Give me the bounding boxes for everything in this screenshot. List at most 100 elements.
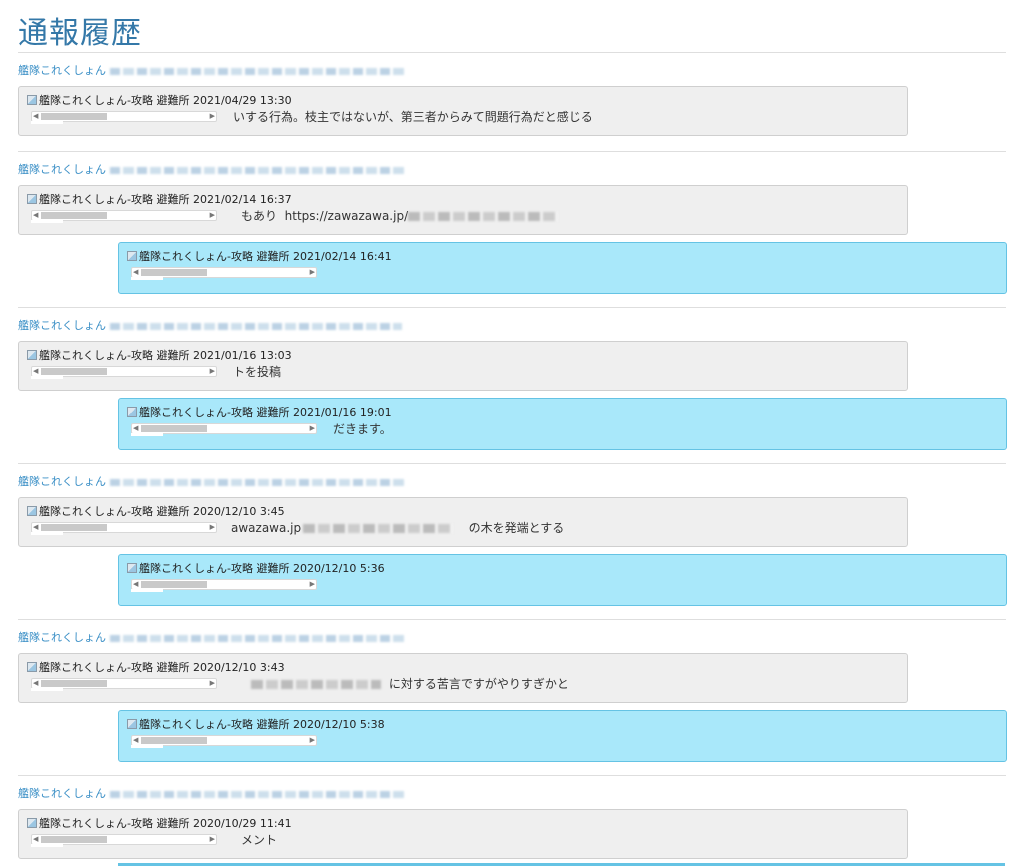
divider — [18, 307, 1006, 308]
broken-image-icon — [27, 350, 37, 360]
comment-text: に対する苦言ですがやりすぎかと — [388, 677, 569, 691]
scroll-left-icon[interactable]: ◀ — [33, 211, 38, 220]
broken-image: 艦隊これくしょん-攻略 避難所 2020/10/29 11:41 — [27, 817, 292, 831]
broken-image-icon — [27, 662, 37, 672]
scroll-left-icon[interactable]: ◀ — [33, 835, 38, 844]
scroll-thumb[interactable] — [141, 737, 207, 744]
comment-url[interactable]: https://zawazawa.jp/ — [285, 209, 408, 223]
report-item: 艦隊これくしょん-攻略 避難所 2021/02/14 16:37 ◀ ▶ もあり … — [18, 185, 908, 235]
broken-image: 艦隊これくしょん-攻略 避難所 2021/01/16 19:01 — [127, 406, 392, 420]
scroll-tail — [31, 844, 63, 847]
image-timestamp: 2020/10/29 11:41 — [192, 817, 292, 830]
reporter-link[interactable]: 艦隊これくしょん — [18, 475, 106, 489]
comment-text: もあり — [241, 209, 278, 223]
scroll-tail — [131, 433, 163, 436]
scroll-right-icon[interactable]: ▶ — [210, 112, 215, 121]
report-header[interactable]: 艦隊これくしょん — [18, 787, 406, 801]
scroll-thumb[interactable] — [41, 113, 107, 120]
report-header[interactable]: 艦隊これくしょん — [18, 163, 406, 177]
image-timestamp: 2020/12/10 5:38 — [292, 718, 385, 731]
scroll-thumb[interactable] — [141, 269, 207, 276]
broken-image: 艦隊これくしょん-攻略 避難所 2020/12/10 5:36 — [127, 562, 385, 576]
scroll-right-icon[interactable]: ▶ — [210, 523, 215, 532]
page-title: 通報履歴 — [18, 16, 142, 51]
image-timestamp: 2021/02/14 16:37 — [192, 193, 292, 206]
scroll-left-icon[interactable]: ◀ — [33, 367, 38, 376]
scroll-left-icon[interactable]: ◀ — [133, 268, 138, 277]
report-item: 艦隊これくしょん-攻略 避難所 2021/01/16 13:03 ◀ ▶ トを投稿 — [18, 341, 908, 391]
redacted-url — [110, 634, 406, 642]
redacted-url — [110, 166, 406, 174]
scroll-tail — [31, 532, 63, 535]
scroll-left-icon[interactable]: ◀ — [33, 523, 38, 532]
scroll-right-icon[interactable]: ▶ — [210, 211, 215, 220]
scroll-right-icon[interactable]: ▶ — [210, 679, 215, 688]
broken-image-icon — [127, 251, 137, 261]
scroll-right-icon[interactable]: ▶ — [210, 367, 215, 376]
scroll-thumb[interactable] — [141, 425, 207, 432]
scroll-right-icon[interactable]: ▶ — [210, 835, 215, 844]
scroll-thumb[interactable] — [41, 212, 107, 219]
scroll-right-icon[interactable]: ▶ — [310, 268, 315, 277]
divider — [18, 775, 1006, 776]
scroll-thumb[interactable] — [41, 836, 107, 843]
broken-image: 艦隊これくしょん-攻略 避難所 2020/12/10 5:38 — [127, 718, 385, 732]
broken-image-icon — [27, 506, 37, 516]
broken-image-icon — [27, 194, 37, 204]
reporter-link[interactable]: 艦隊これくしょん — [18, 319, 106, 333]
report-item: 艦隊これくしょん-攻略 避難所 2020/12/10 3:43 ◀ ▶ に対する苦… — [18, 653, 908, 703]
broken-image-icon — [127, 563, 137, 573]
image-alt: 艦隊これくしょん-攻略 避難所 — [139, 406, 290, 419]
report-comment: に対する苦言ですがやりすぎかと — [251, 677, 569, 691]
broken-image: 艦隊これくしょん-攻略 避難所 2021/04/29 13:30 — [27, 94, 292, 108]
scroll-left-icon[interactable]: ◀ — [133, 580, 138, 589]
scroll-thumb[interactable] — [141, 581, 207, 588]
redacted-text — [251, 680, 381, 689]
reporter-link[interactable]: 艦隊これくしょん — [18, 64, 106, 78]
report-comment: awazawa.jp の木を発端とする — [231, 521, 564, 535]
scroll-right-icon[interactable]: ▶ — [310, 424, 315, 433]
report-header[interactable]: 艦隊これくしょん — [18, 64, 406, 78]
divider — [18, 52, 1006, 53]
scroll-thumb[interactable] — [41, 680, 107, 687]
broken-image-icon — [127, 719, 137, 729]
image-timestamp: 2021/04/29 13:30 — [192, 94, 292, 107]
image-alt: 艦隊これくしょん-攻略 避難所 — [39, 94, 190, 107]
scroll-left-icon[interactable]: ◀ — [133, 736, 138, 745]
report-comment: いする行為。枝主ではないが、第三者からみて問題行為だと感じる — [233, 110, 593, 124]
reply-comment: だきます。 — [333, 422, 392, 436]
scroll-left-icon[interactable]: ◀ — [33, 112, 38, 121]
scroll-thumb[interactable] — [41, 368, 107, 375]
report-header[interactable]: 艦隊これくしょん — [18, 475, 406, 489]
image-timestamp: 2021/01/16 19:01 — [292, 406, 392, 419]
scroll-thumb[interactable] — [41, 524, 107, 531]
comment-url[interactable]: awazawa.jp — [231, 521, 301, 535]
comment-text: の木を発端とする — [468, 521, 565, 535]
image-alt: 艦隊これくしょん-攻略 避難所 — [139, 250, 290, 263]
reporter-link[interactable]: 艦隊これくしょん — [18, 787, 106, 801]
scroll-tail — [131, 745, 163, 748]
report-comment: メント — [241, 833, 278, 847]
image-timestamp: 2020/12/10 5:36 — [292, 562, 385, 575]
divider — [18, 151, 1006, 152]
image-alt: 艦隊これくしょん-攻略 避難所 — [39, 505, 190, 518]
broken-image: 艦隊これくしょん-攻略 避難所 2020/12/10 3:43 — [27, 661, 285, 675]
image-alt: 艦隊これくしょん-攻略 避難所 — [39, 193, 190, 206]
redacted-url — [110, 322, 402, 330]
reply-item: 艦隊これくしょん-攻略 避難所 2021/01/16 19:01 ◀ ▶ だきます… — [118, 398, 1007, 450]
report-header[interactable]: 艦隊これくしょん — [18, 631, 406, 645]
image-alt: 艦隊これくしょん-攻略 避難所 — [139, 562, 290, 575]
reporter-link[interactable]: 艦隊これくしょん — [18, 163, 106, 177]
reporter-link[interactable]: 艦隊これくしょん — [18, 631, 106, 645]
scroll-tail — [31, 688, 63, 691]
scroll-left-icon[interactable]: ◀ — [33, 679, 38, 688]
scroll-tail — [31, 121, 63, 124]
scroll-right-icon[interactable]: ▶ — [310, 736, 315, 745]
scroll-left-icon[interactable]: ◀ — [133, 424, 138, 433]
image-timestamp: 2021/01/16 13:03 — [192, 349, 292, 362]
reply-item: 艦隊これくしょん-攻略 避難所 2020/12/10 5:38 ◀ ▶ — [118, 710, 1007, 762]
report-header[interactable]: 艦隊これくしょん — [18, 319, 402, 333]
image-alt: 艦隊これくしょん-攻略 避難所 — [39, 349, 190, 362]
scroll-right-icon[interactable]: ▶ — [310, 580, 315, 589]
image-alt: 艦隊これくしょん-攻略 避難所 — [39, 817, 190, 830]
